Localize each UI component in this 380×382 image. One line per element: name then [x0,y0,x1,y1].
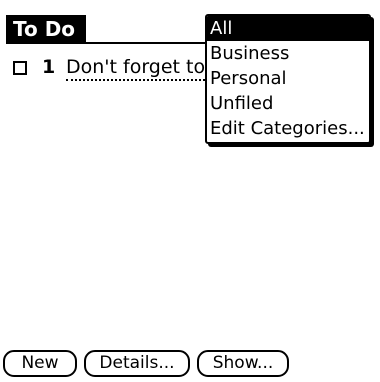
category-option-unfiled[interactable]: Unfiled [207,91,369,116]
category-option-all[interactable]: All [207,16,369,41]
category-popup-list[interactable]: All Business Personal Unfiled Edit Categ… [205,14,371,144]
new-button[interactable]: New [3,350,77,377]
task-checkbox[interactable] [13,61,27,75]
details-button[interactable]: Details... [84,350,190,377]
app-title[interactable]: To Do [6,15,86,44]
category-option-personal[interactable]: Personal [207,66,369,91]
task-priority[interactable]: 1 [42,56,55,78]
category-option-business[interactable]: Business [207,41,369,66]
task-description[interactable]: Don't forget to [66,56,206,81]
task-row[interactable]: 1 Don't forget to [13,55,213,83]
category-option-edit-categories[interactable]: Edit Categories... [207,116,369,141]
show-button[interactable]: Show... [197,350,289,377]
